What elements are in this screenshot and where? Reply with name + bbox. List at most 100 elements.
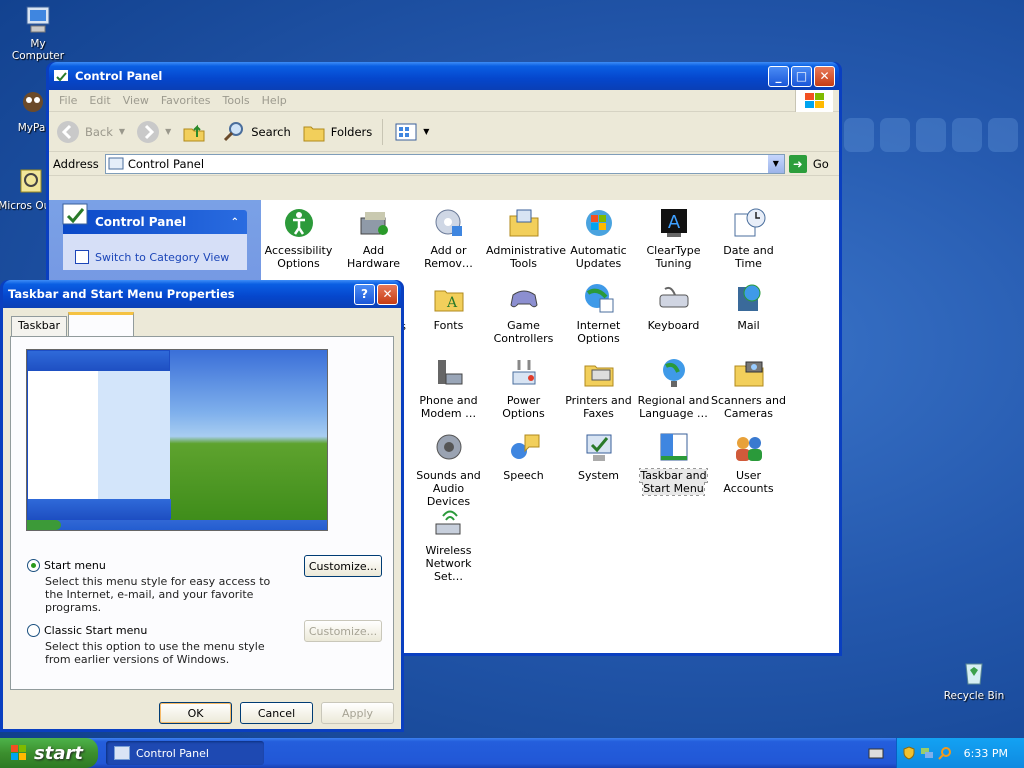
cp-item-regional-and-language[interactable]: Regional and Language …	[636, 356, 711, 420]
back-button[interactable]: Back ▼	[55, 119, 125, 145]
views-button[interactable]: ▼	[382, 118, 429, 145]
cp-item-user-accounts[interactable]: User Accounts	[711, 431, 786, 495]
speech-icon	[510, 434, 539, 459]
menu-edit[interactable]: Edit	[83, 94, 116, 107]
cp-item-system[interactable]: System	[561, 431, 636, 482]
customize-button[interactable]: Customize...	[304, 555, 382, 577]
cp-item-accessibility-options[interactable]: Accessibility Options	[261, 206, 336, 270]
cp-item-administrative-tools[interactable]: Administrative Tools	[486, 206, 566, 270]
system-icon	[586, 434, 611, 461]
cp-item-game-controllers[interactable]: Game Controllers	[486, 281, 561, 345]
search-button[interactable]: Search	[221, 119, 291, 145]
keyboard-icon	[659, 286, 688, 308]
security-shield-icon[interactable]	[902, 746, 916, 760]
desktop-icon-my-computer[interactable]: My Computer	[3, 4, 73, 62]
cp-item-automatic-updates[interactable]: Automatic Updates	[561, 206, 636, 270]
ok-button[interactable]: OK	[159, 702, 232, 724]
address-input[interactable]: Control Panel ▼	[104, 153, 785, 174]
cp-item-label: Accessibility Options	[264, 244, 333, 270]
cp-item-scanners-and-cameras[interactable]: Scanners and Cameras	[711, 356, 786, 420]
search-label: Search	[251, 124, 291, 139]
help-button[interactable]: ?	[354, 283, 375, 305]
dialog-tabs: Taskbar	[11, 312, 135, 336]
switch-to-category-view-link[interactable]: Switch to Category View	[95, 251, 229, 264]
radio-button[interactable]	[27, 624, 40, 637]
radio-start-menu[interactable]: Start menu	[27, 559, 106, 572]
up-folder-button[interactable]	[181, 119, 211, 145]
menu-tools[interactable]: Tools	[217, 94, 256, 107]
keyboard-icon[interactable]	[868, 746, 884, 760]
minimize-button[interactable]: _	[768, 65, 789, 87]
desktop-icon-recycle-bin[interactable]: Recycle Bin	[939, 656, 1009, 702]
cp-item-wireless-network-setup[interactable]: Wireless Network Set…	[411, 506, 486, 583]
taskbar-properties-dialog[interactable]: Taskbar and Start Menu Properties ? ✕ Ta…	[0, 280, 404, 732]
menu-favorites[interactable]: Favorites	[155, 94, 217, 107]
phone-modem-icon	[437, 360, 462, 385]
close-button[interactable]: ✕	[814, 65, 835, 87]
cp-item-mail[interactable]: Mail	[711, 281, 786, 332]
tab-start-menu[interactable]	[68, 312, 134, 336]
speaker-icon	[436, 434, 461, 460]
tab-taskbar[interactable]: Taskbar	[11, 316, 67, 336]
dialog-close-button[interactable]: ✕	[377, 283, 398, 305]
cp-item-label: Scanners and Cameras	[711, 394, 786, 420]
cp-item-label: Regional and Language …	[637, 394, 710, 420]
cp-item-label: Speech	[503, 469, 544, 482]
radio-button[interactable]	[27, 559, 40, 572]
control-panel-icon	[54, 70, 68, 82]
apply-button[interactable]: Apply	[321, 702, 394, 724]
dialog-titlebar[interactable]: Taskbar and Start Menu Properties ? ✕	[3, 280, 401, 308]
menu-help[interactable]: Help	[256, 94, 293, 107]
network-icon[interactable]	[920, 746, 934, 760]
control-panel-icon	[62, 203, 88, 225]
cp-item-printers-and-faxes[interactable]: Printers and Faxes	[561, 356, 636, 420]
cp-item-cleartype-tuning[interactable]: A ClearType Tuning	[636, 206, 711, 270]
cp-item-label: Printers and Faxes	[565, 394, 632, 420]
menu-bar: File Edit View Favorites Tools Help	[49, 90, 839, 112]
cp-item-internet-options[interactable]: Internet Options	[561, 281, 636, 345]
cp-item-label: Mail	[737, 319, 760, 332]
folders-button[interactable]: Folders	[301, 119, 372, 145]
preview-taskbar	[27, 520, 327, 530]
search-icon[interactable]	[937, 746, 952, 760]
cp-item-add-or-remove-programs[interactable]: Add or Remov…	[411, 206, 486, 270]
back-label: Back	[85, 124, 113, 139]
menu-file[interactable]: File	[53, 94, 83, 107]
desktop-icon-label: Recycle Bin	[943, 690, 1005, 702]
cp-item-sounds-and-audio[interactable]: Sounds and Audio Devices	[411, 431, 486, 508]
radio-classic-start-menu[interactable]: Classic Start menu	[27, 624, 147, 637]
start-button[interactable]: start	[0, 738, 98, 768]
start-label: start	[34, 742, 83, 764]
taskbar-item-control-panel[interactable]: Control Panel	[106, 741, 264, 765]
cp-item-speech[interactable]: Speech	[486, 431, 561, 482]
cancel-button[interactable]: Cancel	[240, 702, 313, 724]
menu-view[interactable]: View	[117, 94, 155, 107]
internet-options-icon	[584, 284, 613, 313]
control-panel-titlebar[interactable]: Control Panel _ □ ✕	[49, 62, 839, 90]
outlook-icon	[20, 169, 42, 193]
cp-item-date-and-time[interactable]: Date and Time	[711, 206, 786, 270]
classic-customize-button[interactable]: Customize...	[304, 620, 382, 642]
cp-item-label: Taskbar and Start Menu	[639, 468, 708, 496]
go-button[interactable]: ➜ Go	[788, 154, 829, 173]
printer-icon	[584, 365, 613, 387]
cp-item-phone-and-modem[interactable]: Phone and Modem …	[411, 356, 486, 420]
collapse-chevron-icon[interactable]: ⌃	[231, 217, 239, 228]
cp-item-keyboard[interactable]: Keyboard	[636, 281, 711, 332]
task-pane-control-panel-box: Control Panel ⌃ Switch to Category View	[62, 203, 247, 270]
preview-start-menu	[27, 350, 171, 520]
cp-item-fonts[interactable]: A Fonts	[411, 281, 486, 332]
accessibility-icon	[284, 209, 313, 237]
category-view-icon	[75, 250, 89, 264]
forward-button[interactable]: ▼	[135, 119, 171, 145]
svg-text:A: A	[667, 212, 680, 233]
task-pane-header[interactable]: Control Panel ⌃	[62, 203, 247, 234]
cp-item-taskbar-and-start-menu[interactable]: Taskbar and Start Menu	[636, 431, 711, 496]
cp-item-add-hardware[interactable]: Add Hardware	[336, 206, 411, 270]
cp-item-label: Internet Options	[576, 319, 621, 345]
maximize-button[interactable]: □	[791, 65, 812, 87]
game-controller-icon	[509, 290, 538, 308]
cp-item-power-options[interactable]: Power Options	[486, 356, 561, 420]
go-arrow-icon: ➜	[788, 154, 807, 173]
address-dropdown-button[interactable]: ▼	[766, 154, 784, 173]
